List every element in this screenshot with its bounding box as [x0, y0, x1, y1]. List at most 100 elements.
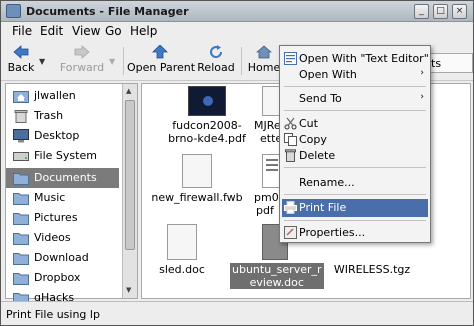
trash-icon — [14, 110, 28, 123]
document-icon — [262, 86, 280, 116]
menu-view[interactable]: View — [72, 24, 100, 38]
document-icon — [167, 224, 197, 260]
menu-separator — [284, 167, 426, 168]
window-title: Documents - File Manager — [26, 5, 189, 18]
file-item[interactable]: sled.doc — [142, 224, 222, 276]
pdf-thumbnail-icon — [188, 86, 226, 116]
title-bar[interactable]: Documents - File Manager _ □ × — [1, 1, 473, 22]
scroll-down-icon[interactable]: ▼ — [126, 286, 131, 294]
menu-item-print-file[interactable]: Print File — [282, 199, 428, 217]
sidebar-item-label: Music — [34, 191, 66, 204]
sidebar-item-videos[interactable]: Videos — [6, 228, 119, 248]
menu-item-label: Cut — [299, 117, 318, 130]
document-icon — [182, 154, 212, 188]
folder-icon — [13, 233, 29, 245]
close-button[interactable]: × — [452, 4, 467, 19]
sidebar-item-label: Dropbox — [34, 271, 81, 284]
file-name: fudcon2008- brno-kde4.pdf — [168, 119, 246, 145]
text-editor-icon — [284, 52, 297, 65]
back-label: Back — [7, 61, 35, 74]
sidebar-item-label: Trash — [34, 109, 64, 122]
folder-icon — [13, 213, 29, 225]
home-button[interactable]: Home — [247, 43, 281, 79]
sidebar-item-jlwallen[interactable]: jlwallen — [6, 86, 119, 106]
folder-icon — [13, 273, 29, 285]
open-parent-label: Open Parent — [127, 61, 196, 74]
sidebar-item-download[interactable]: Download — [6, 248, 119, 268]
status-bar: Print File using lp — [1, 301, 473, 325]
menu-item-label: Properties... — [299, 226, 366, 239]
menu-item-label: Delete — [299, 149, 336, 162]
menu-item-rename[interactable]: Rename... — [282, 174, 428, 192]
sidebar-item-label: Pictures — [34, 211, 78, 224]
reload-button[interactable]: Reload — [196, 43, 236, 79]
file-name: sled.doc — [159, 263, 205, 276]
scissors-icon — [284, 117, 297, 130]
menu-item-label: Print File — [299, 201, 347, 214]
sidebar-item-label: Videos — [34, 231, 71, 244]
view-mode-select[interactable]: ts — [429, 53, 473, 73]
sidebar-item-music[interactable]: Music — [6, 188, 119, 208]
menu-help[interactable]: Help — [130, 24, 157, 38]
desktop-icon — [13, 129, 29, 143]
menu-item-properties[interactable]: Properties... — [282, 224, 428, 242]
file-item[interactable]: new_firewall.fwb — [142, 154, 252, 204]
drive-icon — [13, 152, 29, 161]
menu-separator — [284, 194, 426, 195]
scroll-up-icon[interactable]: ▲ — [126, 87, 131, 95]
back-history-dropdown-icon[interactable]: ▼ — [39, 57, 45, 66]
file-name: new_firewall.fwb — [151, 191, 243, 204]
folder-icon — [13, 193, 29, 205]
home-icon — [256, 45, 272, 59]
sidebar-item-desktop[interactable]: Desktop — [6, 126, 119, 146]
menu-separator — [284, 110, 426, 111]
back-button[interactable]: Back — [5, 43, 37, 79]
sidebar-item-label: File System — [34, 149, 97, 162]
home-folder-icon — [13, 91, 29, 103]
menu-item-delete[interactable]: Delete — [282, 147, 428, 165]
folder-icon — [13, 173, 29, 185]
menu-item-send-to[interactable]: Send To › — [282, 90, 428, 108]
minimize-button[interactable]: _ — [414, 4, 429, 19]
menu-item-label: Send To — [299, 92, 342, 105]
file-item[interactable]: fudcon2008- brno-kde4.pdf — [162, 86, 252, 145]
back-arrow-icon — [13, 45, 29, 59]
forward-label: Forward — [59, 61, 105, 74]
menu-go[interactable]: Go — [105, 24, 122, 38]
menu-item-label: Open With — [299, 68, 357, 81]
menu-file[interactable]: File — [12, 24, 32, 38]
sidebar-item-label: jlwallen — [34, 89, 76, 102]
sidebar-scrollbar[interactable]: ▲ ▼ — [122, 84, 137, 298]
scrollbar-thumb[interactable] — [125, 100, 135, 250]
menu-item-open-with[interactable]: Open With › — [282, 66, 428, 84]
sidebar-item-label: Documents — [34, 171, 97, 184]
sidebar-item-file-system[interactable]: File System — [6, 146, 119, 166]
folder-icon — [13, 253, 29, 265]
forward-arrow-icon — [74, 45, 90, 59]
status-text: Print File using lp — [6, 308, 100, 321]
maximize-button[interactable]: □ — [433, 4, 448, 19]
printer-icon — [284, 201, 297, 214]
open-parent-button[interactable]: Open Parent — [127, 43, 196, 79]
places-sidebar: jlwallen Trash Desktop File System Docum… — [5, 83, 138, 305]
file-name: ubuntu_server_r eview.doc — [230, 263, 324, 289]
sidebar-item-dropbox[interactable]: Dropbox — [6, 268, 119, 288]
menu-separator — [284, 220, 426, 221]
toolbar-separator — [241, 47, 242, 75]
delete-icon — [285, 149, 296, 162]
menu-separator — [284, 86, 426, 87]
menu-edit[interactable]: Edit — [40, 24, 63, 38]
sidebar-item-trash[interactable]: Trash — [6, 106, 119, 126]
menu-item-label: Open With "Text Editor" — [299, 52, 429, 65]
toolbar-separator — [123, 47, 124, 75]
forward-history-dropdown-icon[interactable]: ▼ — [109, 57, 115, 66]
sidebar-item-pictures[interactable]: Pictures — [6, 208, 119, 228]
menu-bar: File Edit View Go Help — [1, 22, 473, 41]
forward-button[interactable]: Forward — [57, 43, 107, 79]
window-icon — [6, 4, 21, 18]
sidebar-item-label: Desktop — [34, 129, 80, 142]
submenu-arrow-icon: › — [420, 92, 424, 102]
sidebar-item-documents[interactable]: Documents — [6, 168, 119, 188]
file-manager-window: Documents - File Manager _ □ × File Edit… — [0, 0, 474, 326]
file-name: WIRELESS.tgz — [333, 263, 411, 276]
